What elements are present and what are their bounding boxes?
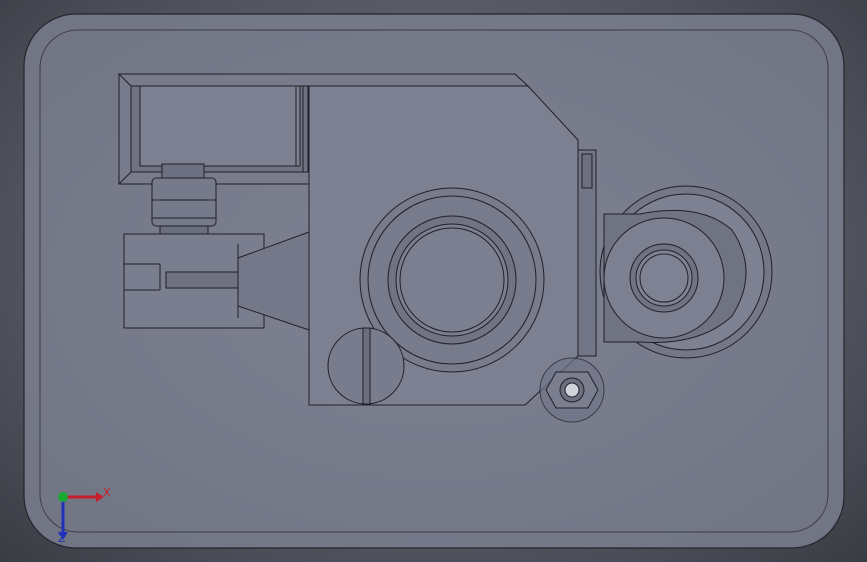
slotted-screw[interactable]: [327, 327, 405, 405]
roller-wheel[interactable]: [599, 185, 773, 359]
side-plate[interactable]: [577, 149, 597, 357]
z-axis-label: Z: [58, 532, 66, 545]
x-axis-label: X: [103, 486, 111, 499]
cad-graphics-viewport[interactable]: X Z: [0, 0, 867, 562]
hex-nut[interactable]: [539, 357, 605, 423]
